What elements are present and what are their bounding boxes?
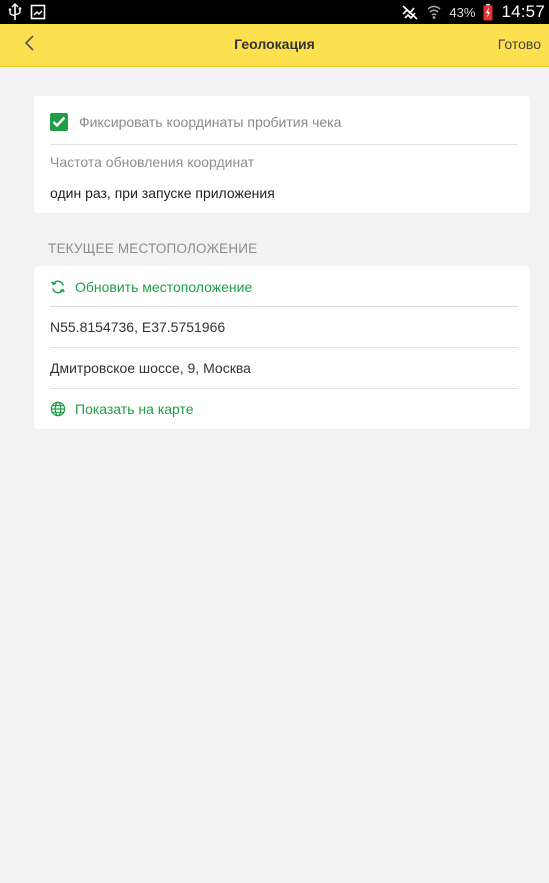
status-bar-left [8, 3, 46, 21]
refresh-location-label: Обновить местоположение [75, 279, 253, 295]
done-button[interactable]: Готово [498, 36, 541, 52]
battery-charging-icon [483, 3, 493, 21]
fix-coordinates-checkbox[interactable] [50, 113, 68, 131]
refresh-location-button[interactable]: Обновить местоположение [34, 267, 530, 307]
settings-card: Фиксировать координаты пробития чека Час… [34, 96, 530, 213]
current-location-card: Обновить местоположение N55.8154736, E37… [34, 266, 530, 429]
divider [50, 144, 518, 145]
fix-coordinates-label: Фиксировать координаты пробития чека [79, 114, 342, 130]
coordinates-value: N55.8154736, E37.5751966 [34, 307, 530, 347]
vibrate-mute-icon [401, 4, 419, 20]
address-text: Дмитровское шоссе, 9, Москва [50, 360, 251, 376]
wifi-icon [427, 4, 441, 20]
status-bar-right: 43% 14:57 [401, 2, 545, 22]
app-header: Геолокация Готово [0, 24, 549, 67]
address-value: Дмитровское шоссе, 9, Москва [34, 348, 530, 388]
battery-percent: 43% [449, 4, 476, 20]
globe-icon [50, 401, 66, 417]
usb-icon [8, 3, 22, 21]
current-location-section-title: ТЕКУЩЕЕ МЕСТОПОЛОЖЕНИЕ [48, 241, 258, 256]
screenshot-icon [30, 4, 46, 20]
status-bar: 43% 14:57 [0, 0, 549, 24]
fix-coordinates-checkbox-row[interactable]: Фиксировать координаты пробития чека [50, 113, 341, 131]
update-frequency-value[interactable]: один раз, при запуске приложения [50, 185, 275, 201]
refresh-icon [50, 279, 66, 295]
update-frequency-label: Частота обновления координат [50, 154, 255, 170]
page-title: Геолокация [234, 36, 315, 52]
clock: 14:57 [501, 2, 545, 21]
show-on-map-button[interactable]: Показать на карте [34, 389, 530, 429]
coordinates-text: N55.8154736, E37.5751966 [50, 319, 226, 335]
show-on-map-label: Показать на карте [75, 401, 194, 417]
